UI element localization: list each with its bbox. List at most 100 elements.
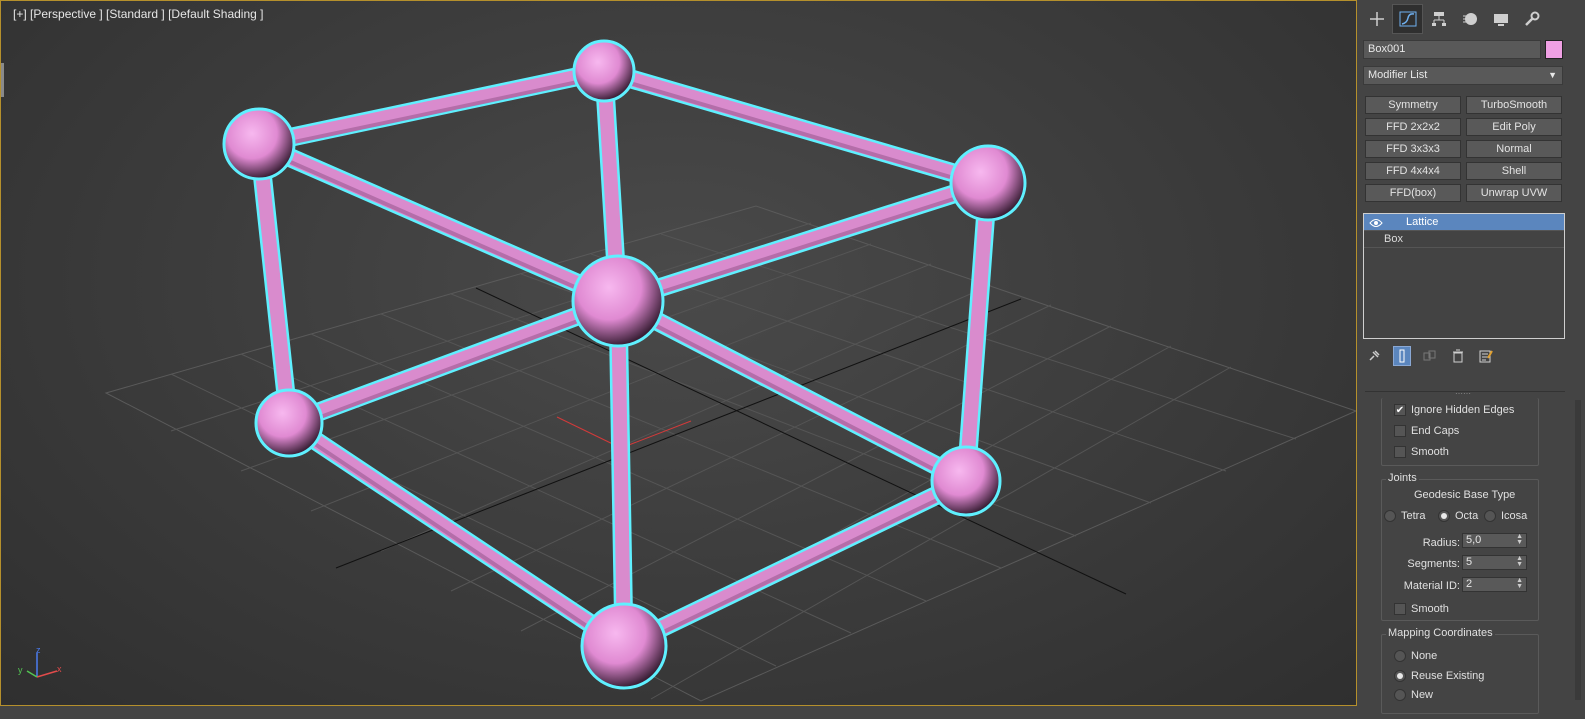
mapping-none-row[interactable]: None [1394, 650, 1437, 662]
struts-smooth-row[interactable]: Smooth [1394, 446, 1449, 458]
material-id-spinner[interactable]: 2 ▲ ▼ [1462, 577, 1527, 592]
modifier-list-dropdown[interactable]: Modifier List ▼ [1363, 66, 1563, 85]
struts-smooth-checkbox[interactable] [1394, 446, 1406, 458]
mapping-new-label: New [1411, 689, 1434, 701]
spinner-arrows-icon[interactable]: ▲ ▼ [1516, 533, 1523, 546]
3dsmax-window: z [0, 0, 1585, 719]
icosa-radio[interactable] [1484, 510, 1496, 522]
mapping-none-radio[interactable] [1394, 650, 1406, 662]
motion-tab-icon[interactable] [1454, 4, 1485, 34]
ffd-3x3x3-button[interactable]: FFD 3x3x3 [1365, 140, 1461, 158]
modifier-list-label: Modifier List [1368, 69, 1428, 81]
axis-y-label: y [18, 665, 23, 675]
spinner-arrows-icon[interactable]: ▲ ▼ [1516, 577, 1523, 590]
command-panel: Box001 Modifier List ▼ Symmetry TurboSmo… [1357, 0, 1585, 719]
display-tab-icon[interactable] [1485, 4, 1516, 34]
radius-label: Radius: [1422, 537, 1460, 549]
axis-tripod-icon: z y x [18, 647, 62, 678]
joints-smooth-row[interactable]: Smooth [1394, 603, 1449, 615]
joint-sphere [930, 445, 1002, 517]
stack-item-box[interactable]: Box [1364, 231, 1564, 248]
spinner-arrows-icon[interactable]: ▲ ▼ [1516, 555, 1523, 568]
lattice-struts [249, 61, 998, 656]
unwrap-uvw-button[interactable]: Unwrap UVW [1466, 184, 1562, 202]
utilities-tab-wrench-icon[interactable] [1516, 4, 1547, 34]
mapping-coordinates-title: Mapping Coordinates [1386, 627, 1495, 639]
create-tab-plus-icon[interactable] [1361, 4, 1392, 34]
edit-poly-button[interactable]: Edit Poly [1466, 118, 1562, 136]
ffd-2x2x2-button[interactable]: FFD 2x2x2 [1365, 118, 1461, 136]
object-color-swatch[interactable] [1545, 40, 1563, 59]
ffd-4x4x4-button[interactable]: FFD 4x4x4 [1365, 162, 1461, 180]
perspective-viewport[interactable]: z [0, 0, 1357, 706]
icosa-radio-row[interactable]: Icosa [1484, 510, 1527, 522]
mapping-coordinates-group: Mapping Coordinates None Reuse Existing … [1381, 627, 1539, 714]
struts-group: ✔ Ignore Hidden Edges End Caps Smooth [1381, 398, 1539, 466]
symmetry-button[interactable]: Symmetry [1365, 96, 1461, 114]
status-strip [0, 706, 1357, 719]
radius-spinner[interactable]: 5,0 ▲ ▼ [1462, 533, 1527, 548]
end-caps-checkbox[interactable] [1394, 425, 1406, 437]
material-id-value: 2 [1466, 578, 1473, 590]
mapping-none-label: None [1411, 650, 1438, 662]
joint-sphere [572, 39, 636, 103]
viewport-label[interactable]: [+] [Perspective ] [Standard ] [Default … [13, 7, 263, 21]
viewport-scene: z [104, 39, 1356, 702]
segments-value: 5 [1466, 556, 1473, 568]
tetra-radio-row[interactable]: Tetra [1384, 510, 1425, 522]
eye-icon[interactable] [1368, 214, 1384, 231]
show-end-result-icon[interactable] [1393, 346, 1411, 366]
radius-value: 5,0 [1466, 534, 1482, 546]
material-id-label: Material ID: [1403, 580, 1460, 592]
normal-button[interactable]: Normal [1466, 140, 1562, 158]
object-name-field[interactable]: Box001 [1363, 40, 1541, 59]
joint-sphere [222, 107, 296, 181]
drag-grip-icon[interactable]: ⋯⋯ [1455, 389, 1471, 398]
mapping-new-row[interactable]: New [1394, 689, 1433, 701]
stack-item-label: Lattice [1406, 216, 1439, 228]
tetra-label: Tetra [1401, 510, 1426, 522]
ignore-hidden-edges-row[interactable]: ✔ Ignore Hidden Edges [1394, 404, 1514, 416]
struts-smooth-label: Smooth [1411, 446, 1449, 458]
joints-smooth-checkbox[interactable] [1394, 603, 1406, 615]
shell-button[interactable]: Shell [1466, 162, 1562, 180]
joint-sphere [949, 144, 1027, 222]
make-unique-icon[interactable] [1421, 346, 1439, 366]
joint-sphere [580, 602, 668, 690]
chevron-down-icon: ▼ [1548, 70, 1557, 80]
ignore-hidden-edges-checkbox[interactable]: ✔ [1394, 404, 1406, 416]
segments-spinner[interactable]: 5 ▲ ▼ [1462, 555, 1527, 570]
trash-icon[interactable] [1449, 346, 1467, 366]
segments-label: Segments: [1407, 558, 1460, 570]
mapping-reuse-existing-label: Reuse Existing [1411, 670, 1485, 682]
joint-sphere [254, 388, 324, 458]
end-caps-row[interactable]: End Caps [1394, 425, 1459, 437]
joint-sphere [571, 254, 665, 348]
modifier-stack: Lattice Box [1363, 213, 1565, 339]
tetra-radio[interactable] [1384, 510, 1396, 522]
axis-x-label: x [57, 664, 62, 674]
ffd-box-button[interactable]: FFD(box) [1365, 184, 1461, 202]
panel-scrollbar[interactable] [1575, 400, 1581, 700]
mapping-new-radio[interactable] [1394, 689, 1406, 701]
ignore-hidden-edges-label: Ignore Hidden Edges [1411, 404, 1515, 416]
octa-label: Octa [1455, 510, 1479, 522]
turbosmooth-button[interactable]: TurboSmooth [1466, 96, 1562, 114]
mapping-reuse-existing-row[interactable]: Reuse Existing [1394, 670, 1484, 682]
end-caps-label: End Caps [1411, 425, 1460, 437]
modify-tab-icon[interactable] [1392, 4, 1423, 34]
icosa-label: Icosa [1501, 510, 1528, 522]
pin-stack-icon[interactable] [1365, 346, 1383, 366]
joints-group: Joints Geodesic Base Type Tetra Octa Ico… [1381, 472, 1539, 621]
stack-item-lattice[interactable]: Lattice [1364, 214, 1564, 231]
octa-radio[interactable] [1438, 510, 1450, 522]
hierarchy-tab-icon[interactable] [1423, 4, 1454, 34]
stack-item-label: Box [1384, 233, 1403, 245]
configure-modifier-sets-icon[interactable] [1477, 346, 1495, 366]
joints-title: Joints [1386, 472, 1419, 484]
viewport-edge-marker [1, 63, 4, 97]
geodesic-base-type-label: Geodesic Base Type [1414, 489, 1516, 501]
modifier-buttons-grid: Symmetry TurboSmooth FFD 2x2x2 Edit Poly… [1365, 96, 1563, 202]
octa-radio-row[interactable]: Octa [1438, 510, 1478, 522]
mapping-reuse-existing-radio[interactable] [1394, 670, 1406, 682]
